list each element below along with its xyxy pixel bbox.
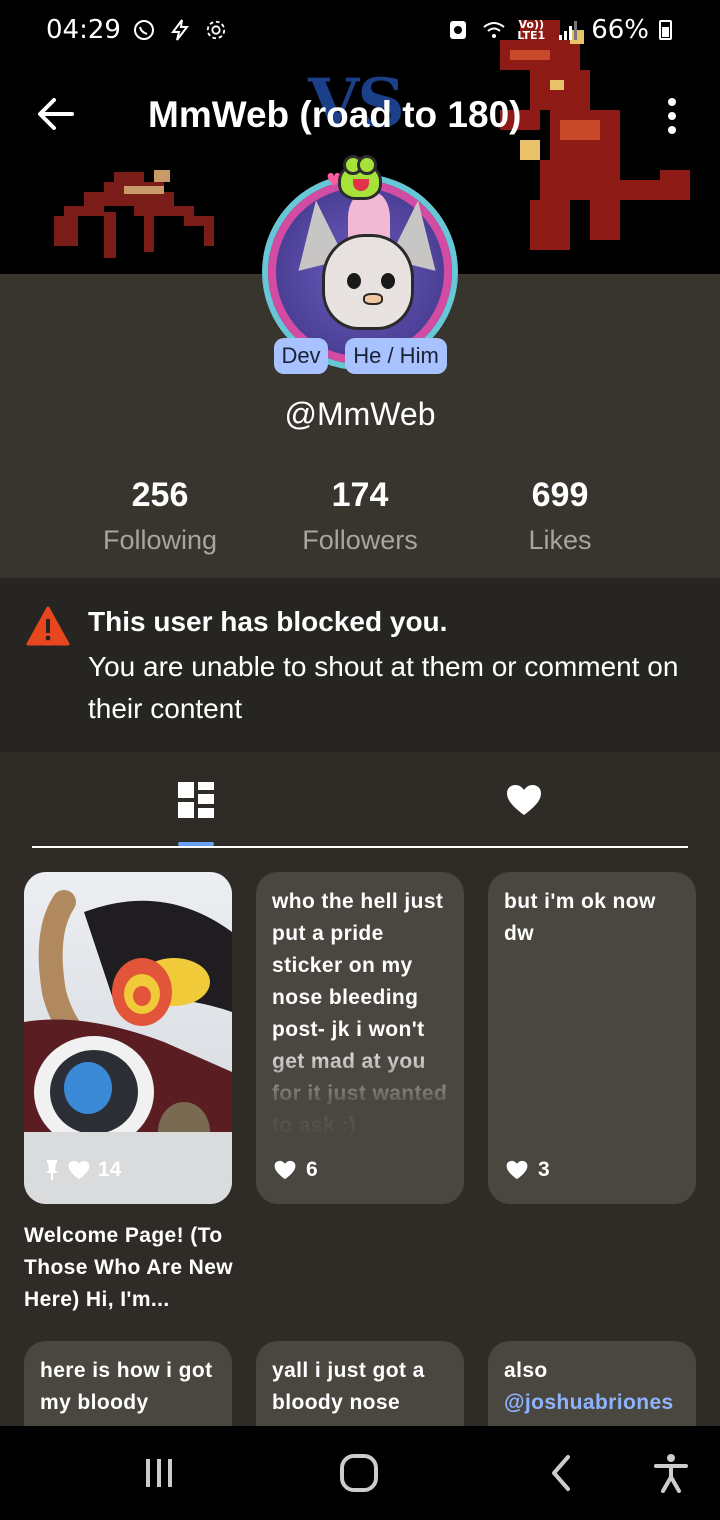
avatar-frame: [268, 180, 452, 364]
post-text: also @joshuabriones: [504, 1355, 682, 1419]
battery-icon: [659, 20, 672, 40]
stat-following[interactable]: 256 Following: [60, 476, 260, 556]
profile-stats: 256 Following 174 Followers 699 Likes: [0, 476, 720, 566]
recent-apps-button[interactable]: [134, 1448, 184, 1498]
more-options-button[interactable]: [658, 94, 686, 138]
heart-icon: [274, 1160, 296, 1180]
text-fade: [256, 1040, 464, 1140]
post-text: but i'm ok now dw: [504, 890, 656, 945]
post-caption[interactable]: Welcome Page! (To Those Who Are New Here…: [24, 1220, 244, 1316]
post-text-body: also: [504, 1359, 548, 1382]
content-tabs: [32, 752, 688, 848]
home-button[interactable]: [334, 1448, 384, 1498]
avatar-eye: [347, 273, 361, 289]
accessibility-button[interactable]: [646, 1448, 696, 1498]
avatar-face: [322, 234, 414, 330]
notice-body: You are unable to shout at them or comme…: [88, 651, 679, 724]
warning-icon: [26, 606, 70, 646]
status-left: 04:29: [46, 15, 229, 45]
stat-label: Likes: [528, 525, 592, 555]
post-image: [24, 872, 232, 1204]
avatar-frog-decoration: [338, 155, 382, 200]
lightning-icon: [167, 17, 193, 43]
heart-icon: [507, 785, 541, 815]
tab-posts-grid[interactable]: [176, 780, 216, 820]
like-count: 6: [306, 1158, 318, 1181]
home-icon: [340, 1454, 378, 1492]
stat-likes[interactable]: 699 Likes: [460, 476, 660, 556]
heart-icon: [68, 1160, 90, 1180]
more-dot-icon: [668, 98, 676, 106]
grid-icon: [178, 782, 214, 818]
notice-title: This user has blocked you.: [88, 606, 448, 637]
post-meta: 14: [44, 1158, 121, 1182]
frog-mouth: [353, 179, 369, 191]
post-card-text[interactable]: but i'm ok now dw 3: [488, 872, 696, 1204]
wifi-icon: [481, 17, 507, 43]
status-right: Vo)) LTE1 66%: [445, 15, 672, 45]
back-arrow-icon: [38, 98, 74, 130]
post-card-image[interactable]: 14: [24, 872, 232, 1204]
stat-label: Followers: [302, 525, 418, 555]
battery-percent: 66%: [591, 15, 649, 45]
signal-icon: [555, 17, 581, 43]
system-nav-bar: [0, 1426, 720, 1520]
post-card-text[interactable]: who the hell just put a pride sticker on…: [256, 872, 464, 1204]
post-text: here is how i got my bloody: [40, 1359, 213, 1414]
avatar-eye: [381, 273, 395, 289]
recent-apps-icon: [146, 1459, 172, 1487]
lte-label: LTE1: [517, 29, 546, 42]
heart-icon: [506, 1160, 528, 1180]
post-meta: 6: [274, 1158, 318, 1182]
post-meta: 3: [506, 1158, 550, 1182]
app-header: MmWeb (road to 180): [0, 64, 720, 168]
banner-monster-left: [54, 170, 214, 258]
chevron-left-icon: [552, 1455, 570, 1491]
more-dot-icon: [668, 126, 676, 134]
whatsapp-icon: [131, 17, 157, 43]
stat-value: 256: [131, 476, 189, 514]
network-type-label: Vo)) LTE1: [517, 19, 545, 41]
more-dot-icon: [668, 112, 676, 120]
like-count: 14: [98, 1158, 122, 1181]
badge-dev: Dev: [274, 338, 328, 374]
stat-followers[interactable]: 174 Followers: [260, 476, 460, 556]
stat-label: Following: [102, 525, 218, 555]
status-bar: 04:29 Vo)) LTE1 66%: [0, 0, 720, 60]
data-saver-icon: [445, 17, 471, 43]
page-title: MmWeb (road to 180): [148, 94, 522, 135]
post-text: yall i just got a bloody nose: [272, 1359, 425, 1414]
tab-likes[interactable]: [504, 780, 544, 820]
accessibility-icon: [654, 1454, 688, 1493]
status-time: 04:29: [46, 15, 121, 45]
nav-back-button[interactable]: [536, 1448, 586, 1498]
stat-value: 699: [531, 476, 589, 514]
active-tab-indicator: [178, 842, 214, 846]
back-button[interactable]: [36, 94, 76, 134]
stat-value: 174: [331, 476, 389, 514]
avatar-beak: [363, 293, 383, 305]
pin-icon: [46, 1160, 58, 1180]
plush-image: [24, 890, 232, 1204]
like-count: 3: [538, 1158, 550, 1181]
settings-gear-icon: [203, 17, 229, 43]
profile-handle: @MmWeb: [284, 396, 436, 432]
badge-pronouns: He / Him: [345, 338, 447, 374]
user-mention-link[interactable]: @joshuabriones: [504, 1391, 674, 1414]
